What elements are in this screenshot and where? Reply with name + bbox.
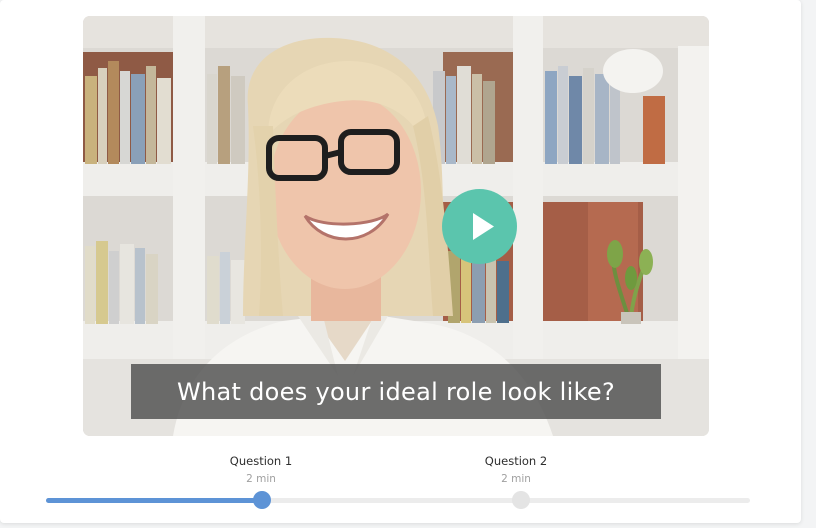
- play-icon: [473, 213, 494, 240]
- question-1-marker[interactable]: [253, 491, 271, 509]
- interview-card: What does your ideal role look like? Que…: [0, 0, 801, 523]
- question-2-duration: 2 min: [501, 473, 531, 485]
- play-button[interactable]: [442, 189, 517, 264]
- question-caption: What does your ideal role look like?: [131, 364, 661, 419]
- video-player[interactable]: What does your ideal role look like?: [83, 16, 709, 436]
- question-2-label: Question 2: [484, 454, 548, 468]
- question-1-label: Question 1: [229, 454, 293, 468]
- question-progress-fill: [46, 498, 263, 503]
- question-2-marker[interactable]: [512, 491, 530, 509]
- question-1-duration: 2 min: [246, 473, 276, 485]
- question-progress-track[interactable]: [46, 498, 750, 503]
